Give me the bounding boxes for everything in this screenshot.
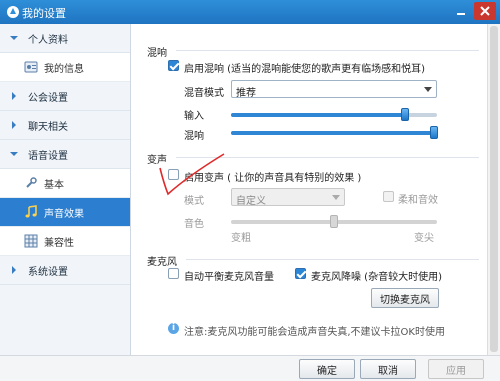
voice-change-section-title: 变声: [147, 155, 167, 166]
grid-icon: [24, 234, 38, 248]
cancel-button[interactable]: 取消: [360, 359, 416, 379]
enable-reverb-checkbox[interactable]: [168, 60, 179, 71]
sidebar-item-label: 基本: [44, 179, 64, 191]
mix-mode-label: 混音模式: [184, 88, 224, 99]
minimize-button[interactable]: [450, 2, 472, 20]
voice-mode-value: 自定义: [236, 196, 266, 207]
reverb-level-fill: [231, 131, 437, 135]
input-level-label: 输入: [184, 111, 204, 122]
apply-label: 应用: [446, 365, 466, 377]
sidebar-category-personal[interactable]: 个人资料: [0, 24, 130, 53]
tone-label: 音色: [184, 219, 204, 230]
chevron-down-icon: [332, 195, 340, 200]
section-divider: [176, 50, 479, 51]
voice-mode-label: 模式: [184, 196, 204, 207]
title-bar: 我的设置: [0, 0, 500, 24]
chevron-down-icon: [10, 36, 18, 40]
reverb-level-label: 混响: [184, 131, 204, 142]
tone-left-label: 变粗: [231, 233, 251, 244]
tone-thumb[interactable]: [330, 215, 338, 228]
section-divider: [186, 259, 479, 260]
noise-reduction-label: 麦克风降噪 (杂音较大时使用): [311, 272, 442, 283]
scrollbar-thumb[interactable]: [490, 26, 498, 352]
scrollbar[interactable]: [487, 24, 500, 355]
enable-voice-change-checkbox[interactable]: [168, 169, 179, 180]
switch-mic-label: 切换麦克风: [380, 294, 430, 306]
sidebar-item-sound-effects[interactable]: 声音效果: [0, 198, 130, 227]
sidebar-item-compatibility[interactable]: 兼容性: [0, 227, 130, 256]
sidebar-category-label: 聊天相关: [28, 121, 68, 133]
sidebar-category-system[interactable]: 系统设置: [0, 256, 130, 285]
music-note-icon: [25, 205, 37, 218]
reverb-level-thumb[interactable]: [430, 126, 438, 139]
noise-reduction-checkbox[interactable]: [295, 268, 306, 279]
minimize-icon: [457, 13, 465, 15]
soft-effect-label: 柔和音效: [398, 195, 438, 206]
soft-effect-checkbox[interactable]: [383, 191, 394, 202]
sidebar-item-label: 声音效果: [44, 208, 84, 220]
reverb-level-slider[interactable]: [231, 126, 438, 139]
info-icon: [168, 323, 179, 334]
input-level-slider[interactable]: [231, 108, 437, 121]
cancel-label: 取消: [378, 365, 398, 377]
wrench-icon: [26, 177, 37, 188]
section-divider: [176, 157, 479, 158]
close-button[interactable]: [474, 2, 496, 20]
sidebar: 个人资料 我的信息 公会设置 聊天相关 语音设置 基本 声音效果 兼容性 系统设…: [0, 24, 131, 355]
mix-mode-select[interactable]: 推荐: [231, 80, 437, 99]
voice-mode-select[interactable]: 自定义: [231, 188, 345, 207]
switch-mic-button[interactable]: 切换麦克风: [371, 288, 439, 308]
tone-slider[interactable]: [231, 215, 437, 228]
input-level-fill: [231, 113, 405, 117]
sidebar-category-voice[interactable]: 语音设置: [0, 140, 130, 169]
dialog-footer: 确定 取消 应用: [0, 355, 500, 381]
chevron-down-icon: [10, 152, 18, 156]
sidebar-category-label: 个人资料: [28, 34, 68, 46]
auto-gain-checkbox[interactable]: [168, 268, 179, 279]
chevron-down-icon: [424, 87, 432, 92]
mic-note: 注意:麦克风功能可能会造成声音失真,不建议卡拉OK时使用: [184, 327, 445, 338]
close-icon: [480, 6, 490, 16]
mic-section-title: 麦克风: [147, 257, 177, 268]
settings-panel: 混响 启用混响 (适当的混响能使您的歌声更有临场感和悦耳) 混音模式 推荐 输入…: [131, 24, 487, 355]
sidebar-item-label: 兼容性: [44, 237, 74, 249]
mix-mode-value: 推荐: [236, 88, 256, 99]
sidebar-item-label: 我的信息: [44, 63, 84, 75]
sidebar-category-chat[interactable]: 聊天相关: [0, 111, 130, 140]
reverb-section-title: 混响: [147, 48, 167, 59]
enable-voice-change-label: 启用变声 ( 让你的声音具有特别的效果 ): [184, 173, 362, 184]
sidebar-category-label: 公会设置: [28, 92, 68, 104]
sidebar-item-myinfo[interactable]: 我的信息: [0, 53, 130, 82]
app-logo-icon: [7, 6, 19, 18]
apply-button[interactable]: 应用: [428, 359, 484, 379]
sidebar-category-label: 系统设置: [28, 266, 68, 278]
ok-label: 确定: [317, 365, 337, 377]
profile-card-icon: [24, 61, 38, 73]
auto-gain-label: 自动平衡麦克风音量: [184, 272, 274, 283]
input-level-thumb[interactable]: [401, 108, 409, 121]
sidebar-category-label: 语音设置: [28, 150, 68, 162]
window-title: 我的设置: [22, 7, 66, 20]
enable-reverb-label: 启用混响 (适当的混响能使您的歌声更有临场感和悦耳): [184, 64, 425, 75]
ok-button[interactable]: 确定: [299, 359, 355, 379]
chevron-right-icon: [12, 92, 16, 100]
chevron-right-icon: [12, 266, 16, 274]
chevron-right-icon: [12, 121, 16, 129]
tone-right-label: 变尖: [414, 233, 434, 244]
sidebar-item-basic[interactable]: 基本: [0, 169, 130, 198]
sidebar-category-guild[interactable]: 公会设置: [0, 82, 130, 111]
